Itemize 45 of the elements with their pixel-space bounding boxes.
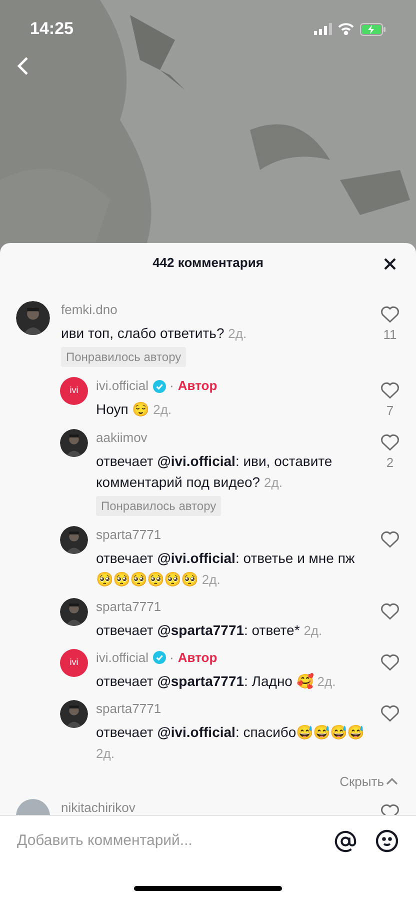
hide-replies-button[interactable]: Скрыть	[340, 772, 398, 791]
username[interactable]: ivi.official	[96, 377, 149, 395]
comment-input[interactable]: Добавить комментарий...	[17, 830, 316, 852]
battery-charging-icon	[360, 22, 386, 36]
comment-text: Ноуп 😌 2д.	[96, 400, 173, 419]
emoji-icon[interactable]	[375, 829, 399, 853]
avatar[interactable]: ivi	[60, 648, 88, 676]
sheet-title: 442 комментария	[152, 254, 264, 272]
username[interactable]: ivi.official	[96, 648, 149, 666]
heart-icon[interactable]	[380, 432, 400, 450]
username[interactable]: sparta7771	[96, 598, 162, 616]
comment-text: отвечает @ivi.official: ответье и мне пж 🥺🥺🥺🥺🥺🥺 2д.	[96, 548, 356, 589]
heart-icon[interactable]	[380, 530, 400, 548]
comment-text: отвечает @sparta7771: Ладно 🥰 2д.	[96, 672, 337, 691]
username[interactable]: sparta7771	[96, 700, 162, 718]
username[interactable]: nikitachirikov	[61, 799, 136, 815]
signal-icon	[314, 23, 332, 35]
author-label: Автор	[178, 648, 218, 666]
mention-icon[interactable]	[334, 830, 357, 852]
liked-by-author-badge: Понравилось автору	[96, 496, 222, 516]
liked-by-author-badge: Понравилось автору	[61, 347, 186, 367]
like-count: 2	[386, 454, 394, 472]
chevron-up-icon	[386, 777, 398, 786]
like-count: 11	[383, 326, 397, 344]
like-count: 7	[386, 402, 394, 420]
comment-text: отвечает @ivi.official: иви, оставите комментарий под видео? 2д.	[96, 452, 334, 492]
wifi-icon	[338, 23, 354, 35]
username[interactable]: sparta7771	[96, 526, 162, 544]
heart-icon[interactable]	[380, 305, 400, 323]
heart-icon[interactable]	[380, 704, 400, 722]
separator-dot: ·	[170, 648, 174, 666]
comment-text: отвечает @ivi.official: спасибо😅😅😅😅 2д.	[96, 722, 366, 763]
back-icon[interactable]	[17, 56, 29, 76]
comment-text: иви топ, слабо ответить? 2д.	[61, 324, 248, 343]
avatar[interactable]: ivi	[60, 377, 88, 405]
heart-icon[interactable]	[380, 381, 400, 399]
username[interactable]: aakiimov	[96, 428, 148, 446]
author-label: Автор	[178, 377, 218, 395]
separator-dot: ·	[170, 377, 174, 395]
close-icon[interactable]	[384, 258, 396, 270]
heart-icon[interactable]	[380, 602, 400, 620]
status-time: 14:25	[30, 18, 74, 40]
username[interactable]: femki.dno	[61, 301, 118, 319]
comment-text: отвечает @sparta7771: ответе* 2д.	[96, 620, 324, 640]
heart-icon[interactable]	[380, 652, 400, 670]
